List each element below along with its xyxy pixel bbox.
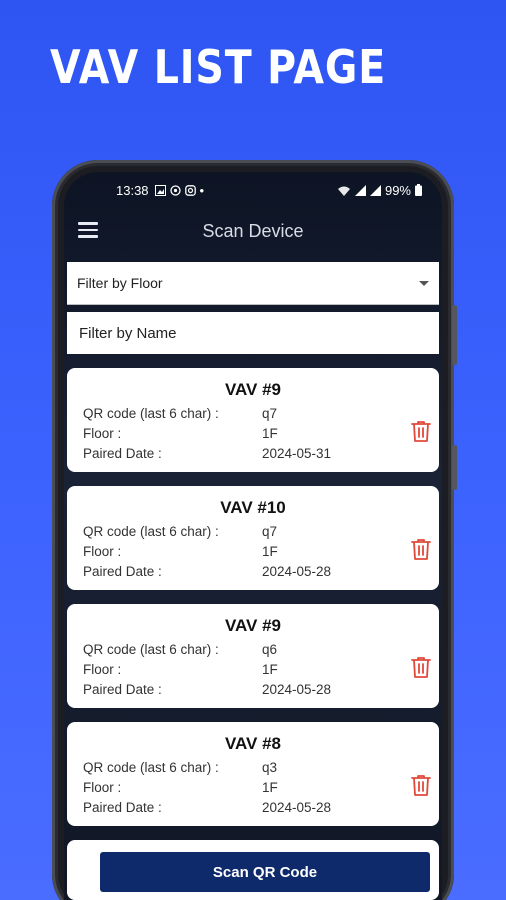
device-name: VAV #8: [224, 734, 282, 753]
paired-date-label: Paired Date :: [83, 682, 162, 697]
floor-label: Floor :: [83, 426, 122, 441]
qr-value: q7: [262, 406, 278, 421]
qr-value: q3: [262, 760, 278, 775]
image-icon: [154, 184, 166, 196]
device-card[interactable]: VAV #8 QR code (last 6 char) : q3 Floor …: [67, 722, 439, 826]
floor-label: Floor :: [83, 544, 122, 559]
qr-value: q6: [262, 642, 278, 657]
qr-label: QR code (last 6 char) :: [83, 642, 219, 657]
phone-frame: 13:38 • 99% Scan Device Filter by Floor: [52, 160, 457, 900]
at-icon: [169, 184, 181, 196]
page-title: Scan Device: [202, 220, 304, 241]
floor-label: Floor :: [83, 780, 122, 795]
delete-trash-icon[interactable]: [411, 538, 431, 560]
signal-icon-2: [369, 184, 381, 196]
device-name: VAV #9: [224, 616, 282, 635]
qr-label: QR code (last 6 char) :: [83, 524, 219, 539]
qr-label: QR code (last 6 char) :: [83, 406, 219, 421]
delete-trash-icon[interactable]: [411, 656, 431, 678]
filter-by-floor-label: Filter by Floor: [77, 275, 163, 291]
delete-trash-icon[interactable]: [411, 774, 431, 796]
paired-date-label: Paired Date :: [83, 564, 162, 579]
dot-icon: •: [199, 182, 205, 198]
device-card[interactable]: VAV #9 QR code (last 6 char) : q7 Floor …: [67, 368, 439, 472]
filter-by-floor-dropdown[interactable]: Filter by Floor: [67, 262, 439, 305]
device-name: VAV #10: [220, 498, 286, 517]
floor-value: 1F: [262, 426, 278, 441]
floor-label: Floor :: [83, 662, 122, 677]
battery-icon: [415, 184, 422, 196]
instagram-icon: [184, 184, 196, 196]
paired-date-value: 2024-05-28: [262, 682, 332, 697]
floor-value: 1F: [262, 662, 278, 677]
signal-icon: [354, 184, 366, 196]
device-card[interactable]: VAV #10 QR code (last 6 char) : q7 Floor…: [67, 486, 439, 590]
qr-value: q7: [262, 524, 278, 539]
status-time: 13:38: [116, 182, 149, 198]
power-button: [452, 445, 457, 490]
status-bar: 13:38 • 99%: [64, 172, 442, 208]
promo-title: VAV LIST PAGE: [50, 40, 387, 94]
paired-date-value: 2024-05-28: [262, 564, 332, 579]
paired-date-label: Paired Date :: [83, 800, 162, 815]
floor-value: 1F: [262, 780, 278, 795]
wifi-icon: [337, 186, 350, 196]
device-card[interactable]: VAV #9 QR code (last 6 char) : q6 Floor …: [67, 604, 439, 708]
app-bar: Scan Device: [64, 208, 442, 254]
app-screen: 13:38 • 99% Scan Device Filter by Floor: [64, 172, 442, 900]
qr-label: QR code (last 6 char) :: [83, 760, 219, 775]
paired-date-value: 2024-05-28: [262, 800, 332, 815]
hamburger-menu-icon[interactable]: [78, 222, 98, 238]
paired-date-value: 2024-05-31: [262, 446, 332, 461]
device-name: VAV #9: [224, 380, 282, 399]
delete-trash-icon[interactable]: [411, 420, 431, 442]
paired-date-label: Paired Date :: [83, 446, 162, 461]
scan-qr-code-button[interactable]: Scan QR Code: [100, 852, 430, 892]
volume-button: [452, 305, 457, 365]
filter-by-name-input[interactable]: [67, 312, 439, 354]
floor-value: 1F: [262, 544, 278, 559]
battery-percent: 99%: [384, 182, 411, 198]
dropdown-arrow-icon: [419, 280, 429, 286]
